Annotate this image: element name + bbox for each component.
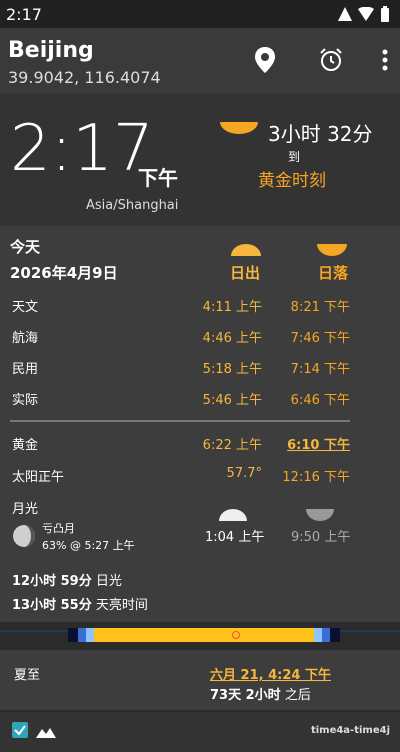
moon-phase-icon — [13, 525, 35, 547]
solstice-panel: 夏至 六月 21, 4:24 下午 73天 2小时 之后 — [0, 650, 400, 710]
current-ampm: 下午 — [138, 166, 178, 190]
row-set: 8:21 下午 — [290, 300, 350, 315]
signal-icon — [338, 7, 352, 21]
sunrise-column-header: 日出 — [230, 264, 261, 282]
day-segment — [94, 628, 314, 642]
noon-time: 12:16 下午 — [282, 470, 350, 485]
twilight-segment — [322, 628, 330, 642]
civil-segment — [314, 628, 322, 642]
sunset-icon — [317, 244, 347, 256]
bottom-toolbar: time4a-time4j — [0, 712, 400, 752]
map-pin-icon — [255, 47, 275, 73]
mountains-icon[interactable] — [36, 726, 56, 738]
moon-row: 月光 — [0, 498, 400, 522]
row-rise: 5:46 上午 — [202, 393, 262, 408]
current-time: 2:17 — [10, 112, 154, 186]
sun-times-table: 今天 2026年4月9日 日出 日落 天文 4:11 上午 8:21 下午 航海… — [0, 226, 400, 622]
solstice-label: 夏至 — [14, 668, 41, 683]
row-label: 民用 — [12, 362, 39, 377]
overflow-menu-button[interactable] — [370, 45, 400, 75]
sunset-column-header: 日落 — [318, 264, 349, 282]
table-row: 民用 5:18 上午 7:14 下午 — [0, 358, 400, 382]
twilight-segment — [78, 628, 86, 642]
row-label: 太阳正午 — [12, 470, 65, 485]
moonset-icon — [306, 509, 334, 521]
row-set: 7:14 下午 — [290, 362, 350, 377]
date-label: 2026年4月9日 — [10, 264, 118, 282]
moonrise-icon — [219, 509, 247, 521]
alarm-button[interactable] — [316, 45, 346, 75]
civil-segment — [86, 628, 94, 642]
daylight-duration: 12小时 59分 日光 — [12, 570, 122, 589]
table-row: 实际 5:46 上午 6:46 下午 — [0, 389, 400, 413]
next-event-label: 黄金时刻 — [258, 171, 326, 191]
moon-illumination: 63% @ 5:27 上午 — [42, 539, 135, 552]
golden-rise: 6:22 上午 — [202, 438, 262, 453]
status-bar: 2:17 — [0, 0, 400, 28]
row-rise: 4:11 上午 — [202, 300, 262, 315]
status-time: 2:17 — [6, 5, 42, 24]
timezone-label: Asia/Shanghai — [86, 198, 179, 213]
countdown-value: 3小时 32分 — [268, 122, 373, 146]
row-label: 实际 — [12, 393, 39, 408]
sunrise-icon — [231, 244, 261, 256]
row-rise: 4:46 上午 — [202, 331, 262, 346]
noon-angle: 57.7° — [226, 466, 262, 481]
solstice-until: 73天 2小时 之后 — [210, 684, 311, 703]
daylight-label: 日光 — [95, 574, 122, 589]
location-button[interactable] — [250, 45, 280, 75]
solar-noon-row: 太阳正午 57.7° 12:16 下午 — [0, 466, 400, 490]
library-tag: time4a-time4j — [310, 725, 390, 736]
row-label: 航海 — [12, 331, 39, 346]
sunset-indicator-icon — [220, 122, 258, 134]
daylight-value: 12小时 59分 — [12, 574, 92, 589]
now-marker-icon — [232, 631, 240, 639]
sky-value: 13小时 55分 — [12, 598, 92, 613]
solstice-until-suffix: 之后 — [284, 688, 311, 703]
solstice-date[interactable]: 六月 21, 4:24 下午 — [210, 664, 331, 683]
row-label: 黄金 — [12, 438, 39, 453]
daylight-bar-section — [0, 622, 400, 650]
countdown-to: 到 — [288, 150, 301, 164]
row-label: 天文 — [12, 300, 39, 315]
status-icons — [338, 6, 390, 22]
location-name: Beijing — [8, 38, 94, 63]
row-rise: 5:18 上午 — [202, 362, 262, 377]
daylight-bar — [68, 628, 340, 642]
alarm-clock-icon — [320, 48, 342, 71]
checkbox-icon[interactable] — [12, 722, 28, 738]
clock-panel: 2:17 下午 Asia/Shanghai 3小时 32分 到 黄金时刻 — [0, 94, 400, 226]
location-coords: 39.9042, 116.4074 — [8, 68, 161, 87]
table-row: 航海 4:46 上午 7:46 下午 — [0, 327, 400, 351]
sky-label: 天亮时间 — [95, 598, 148, 613]
battery-icon — [381, 6, 389, 22]
row-set: 6:46 下午 — [290, 393, 350, 408]
solstice-until-value: 73天 2小时 — [210, 688, 281, 703]
table-row: 天文 4:11 上午 8:21 下午 — [0, 296, 400, 320]
row-set: 7:46 下午 — [290, 331, 350, 346]
more-vert-icon — [382, 49, 388, 71]
golden-hour-row: 黄金 6:22 上午 6:10 下午 — [0, 434, 400, 458]
moonset-time: 9:50 上午 — [291, 530, 351, 545]
wifi-icon — [358, 7, 374, 21]
moonrise-time: 1:04 上午 — [205, 530, 265, 545]
divider — [10, 420, 350, 422]
moon-phase-name: 亏凸月 — [42, 522, 75, 535]
sky-duration: 13小时 55分 天亮时间 — [12, 594, 148, 613]
row-label: 月光 — [12, 502, 39, 517]
today-label: 今天 — [10, 238, 41, 256]
app-bar: Beijing 39.9042, 116.4074 — [0, 28, 400, 94]
golden-set[interactable]: 6:10 下午 — [287, 434, 350, 453]
